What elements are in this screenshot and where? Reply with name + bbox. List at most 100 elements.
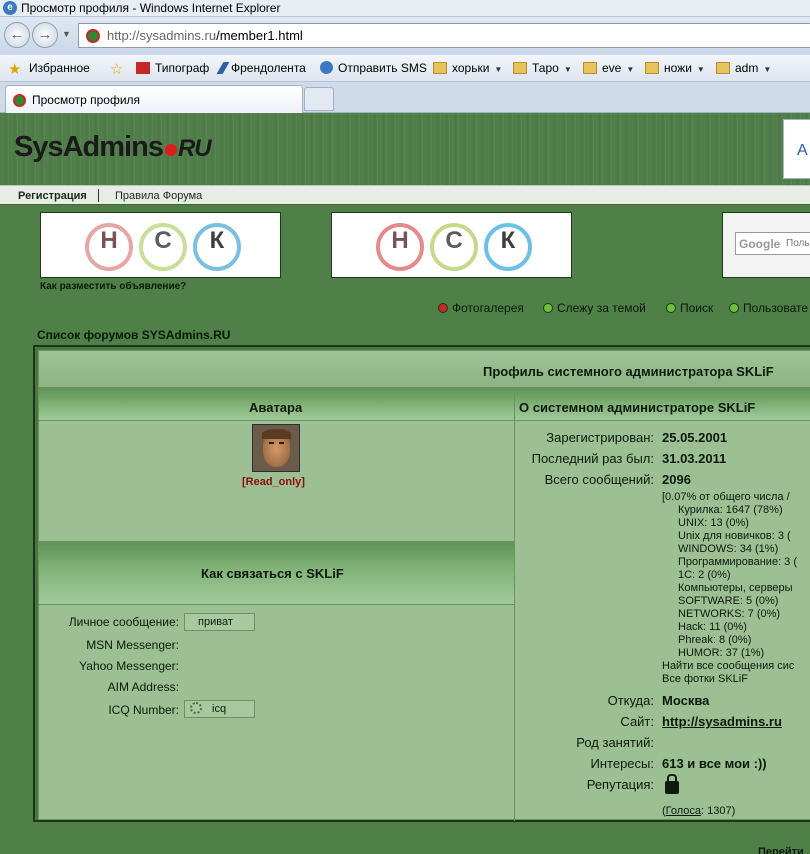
forum-stat: 1С: 2 (0%) [678, 569, 731, 581]
forum-stat: NETWORKS: 7 (0%) [678, 608, 781, 620]
watched-topics-link[interactable]: Слежу за темой [543, 301, 646, 315]
forum-stat: Unix для новичков: 3 ( [678, 530, 791, 542]
history-dropdown-icon[interactable]: ▼ [62, 29, 71, 39]
ad-banner-right[interactable]: Н С К [331, 212, 572, 278]
fav-folder-taro[interactable]: Таро ▼ [513, 61, 572, 75]
posts-value: 2096 [662, 472, 691, 487]
site-link[interactable]: http://sysadmins.ru [662, 714, 782, 729]
all-photos-link[interactable]: Все фотки SKLiF [662, 673, 748, 685]
icq-button[interactable]: icq [184, 700, 255, 718]
favorites-bar: ★ Избранное ☆ Типограф Френдолента Отправ… [0, 55, 810, 82]
find-all-posts-link[interactable]: Найти все сообщения сис [662, 660, 794, 672]
forward-button[interactable]: → [32, 22, 58, 48]
site-logo[interactable]: SysAdmins RU [14, 131, 212, 164]
banner-letter-c: С [139, 223, 187, 271]
fav-typograf[interactable]: Типограф [136, 61, 209, 75]
google-logo: Google [739, 237, 781, 251]
place-ad-link[interactable]: Как разместить объявление? [40, 281, 186, 292]
star-plus-icon: ☆ [110, 61, 124, 78]
bullet-icon [543, 303, 553, 313]
banner-letter-h: Н [376, 223, 424, 271]
tab-profile[interactable]: Просмотр профиля [5, 85, 303, 113]
site-header: SysAdmins RU A [0, 113, 810, 185]
interests-value: 613 и все мои :)) [662, 756, 767, 771]
banner-letter-k: К [193, 223, 241, 271]
folder-icon [583, 62, 597, 74]
icq-flower-icon [190, 702, 202, 714]
from-value: Москва [662, 693, 710, 708]
users-link[interactable]: Пользовате [729, 301, 808, 315]
avatar-header: Аватара [39, 388, 514, 421]
forum-stat: HUMOR: 37 (1%) [678, 647, 765, 659]
last-seen-value: 31.03.2011 [662, 451, 727, 466]
bullet-icon [729, 303, 739, 313]
pm-button[interactable]: приват [184, 613, 255, 631]
fav-friendfeed[interactable]: Френдолента [216, 61, 306, 75]
fav-send-sms[interactable]: Отправить SMS [320, 61, 427, 75]
posts-share: [0.07% от общего числа / [662, 491, 790, 503]
fav-folder-knives[interactable]: ножи ▼ [645, 61, 705, 75]
site-menu: Регистрация Правила Форума [0, 185, 810, 205]
register-link[interactable]: Регистрация [18, 190, 87, 202]
window-title: Просмотр профиля - Windows Internet Expl… [21, 1, 281, 15]
google-placeholder: Поль [786, 238, 810, 249]
window-titlebar: e Просмотр профиля - Windows Internet Ex… [0, 0, 810, 17]
votes-link[interactable]: Голоса [666, 805, 701, 817]
chevron-down-icon: ▼ [763, 65, 772, 74]
occupation-label: Род занятий: [576, 735, 654, 750]
forum-stat: Компьютеры, серверы [678, 582, 793, 594]
yahoo-label: Yahoo Messenger: [79, 659, 179, 673]
fav-folder-adm[interactable]: adm ▼ [716, 61, 771, 75]
ie-icon: e [3, 1, 17, 15]
folder-icon [716, 62, 730, 74]
google-search-input[interactable]: Google Поль [735, 232, 810, 255]
back-button[interactable]: ← [4, 22, 30, 48]
header-ad-box[interactable]: A [783, 119, 810, 179]
fav-folder-eve[interactable]: eve ▼ [583, 61, 634, 75]
google-search-box: Google Поль [722, 212, 810, 278]
aim-label: AIM Address: [107, 680, 179, 694]
icq-label: ICQ Number: [108, 703, 179, 717]
add-favorite-icon[interactable]: ☆ [110, 61, 131, 78]
from-label: Откуда: [607, 693, 654, 708]
site-favicon [13, 94, 26, 107]
reputation-label: Репутация: [586, 777, 654, 792]
search-link[interactable]: Поиск [666, 301, 713, 315]
photogallery-link[interactable]: Фотогалерея [438, 301, 524, 315]
interests-label: Интересы: [590, 756, 654, 771]
chevron-down-icon: ▼ [696, 65, 705, 74]
forum-stat: UNIX: 13 (0%) [678, 517, 749, 529]
profile-inner: Профиль системного администратора SKLiF … [38, 350, 810, 821]
address-url[interactable]: http://sysadmins.ru/member1.html [107, 28, 303, 43]
browser-navbar: ← → ▼ http://sysadmins.ru/member1.html [0, 17, 810, 55]
avatar-eye [279, 442, 284, 444]
registered-value: 25.05.2001 [662, 430, 728, 445]
ie-icon [320, 61, 333, 74]
address-bar[interactable]: http://sysadmins.ru/member1.html [78, 23, 810, 48]
favorites-button[interactable]: ★ Избранное [8, 61, 90, 77]
pen-icon [216, 62, 230, 74]
profile-title: Профиль системного администратора SKLiF [483, 364, 774, 379]
forum-stat: Курилка: 1647 (78%) [678, 504, 783, 516]
forum-list-link[interactable]: Список форумов SYSAdmins.RU [37, 328, 230, 342]
forum-stat: SOFTWARE: 5 (0%) [678, 595, 779, 607]
user-rank: [Read_only] [242, 476, 305, 488]
fav-folder-ferrets[interactable]: хорьки ▼ [433, 61, 502, 75]
tab-title: Просмотр профиля [32, 93, 141, 107]
banner-letter-k: К [484, 223, 532, 271]
msn-label: MSN Messenger: [86, 638, 179, 652]
menu-divider [98, 189, 99, 202]
about-header-label: О системном администраторе SKLiF [519, 400, 756, 415]
pm-label: Личное сообщение: [68, 615, 179, 629]
profile-panel: Профиль системного администратора SKLiF … [33, 345, 810, 822]
avatar-eye [269, 442, 274, 444]
banner-letter-c: С [430, 223, 478, 271]
bullet-icon [438, 303, 448, 313]
reputation-lock-icon [665, 774, 679, 794]
typograf-icon [136, 62, 150, 74]
rules-link[interactable]: Правила Форума [115, 190, 202, 202]
folder-icon [645, 62, 659, 74]
new-tab-button[interactable] [304, 87, 334, 111]
ad-banner-left[interactable]: Н С К [40, 212, 281, 278]
chevron-down-icon: ▼ [563, 65, 572, 74]
